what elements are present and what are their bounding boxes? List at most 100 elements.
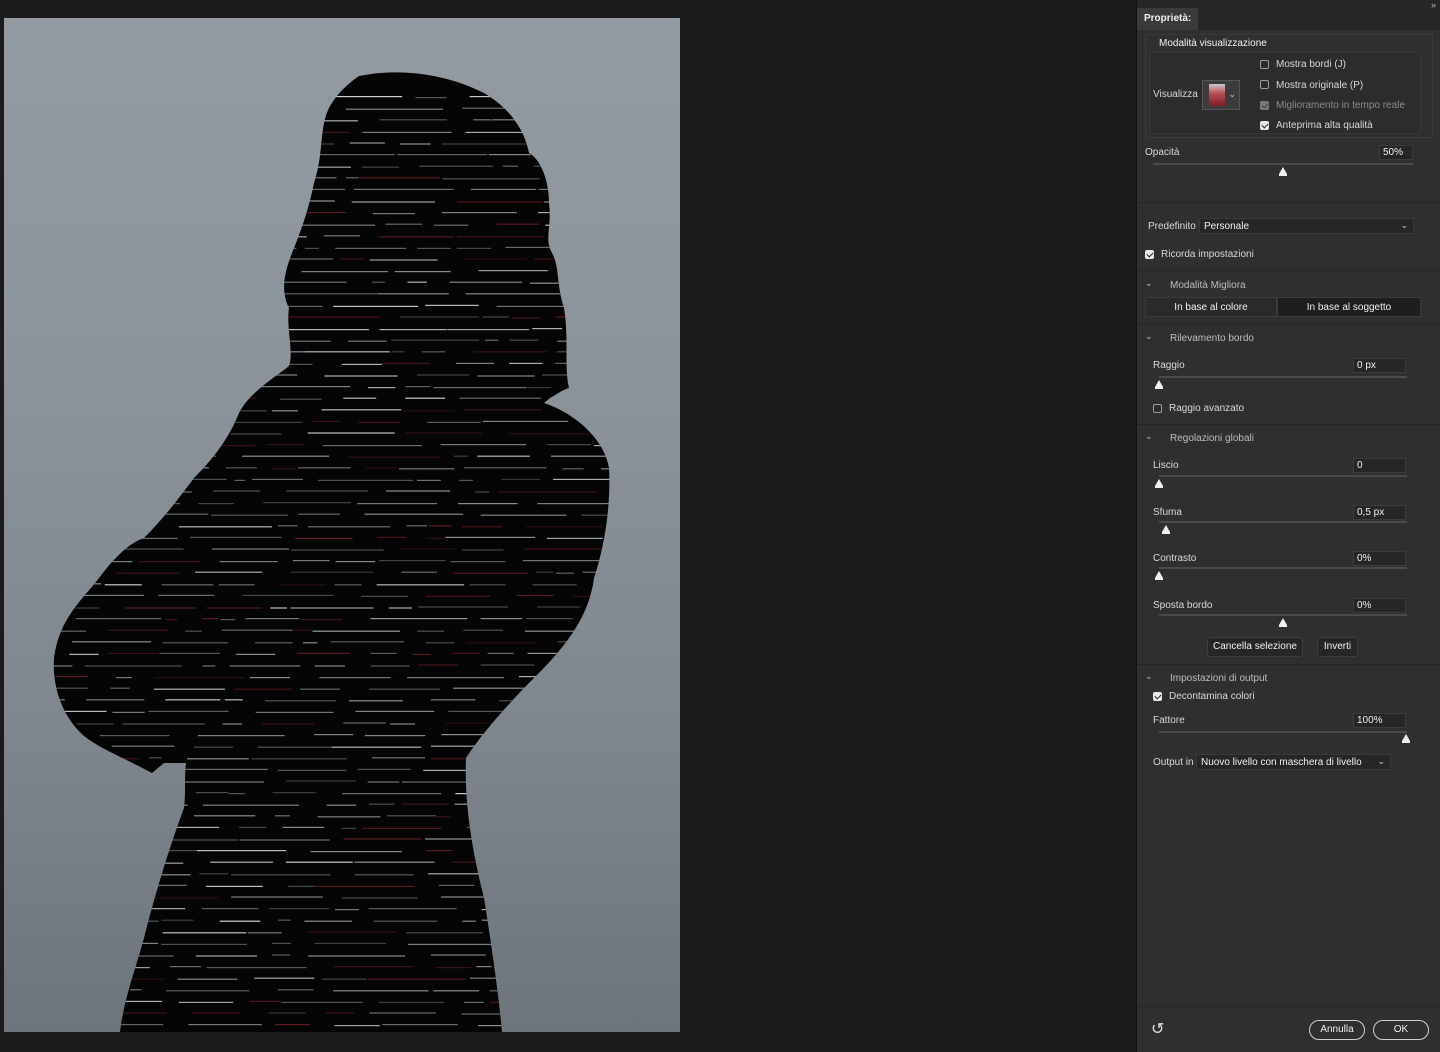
chevron-down-icon[interactable]: ⌄	[1145, 278, 1153, 289]
stripe-artifact	[489, 1001, 508, 1003]
stripe-artifact	[613, 375, 680, 376]
opacity-slider-thumb[interactable]	[1279, 167, 1287, 176]
contrast-slider-track[interactable]	[1159, 567, 1407, 569]
stripe-artifact	[385, 223, 423, 225]
stripe-artifact	[206, 607, 263, 609]
stripe-artifact	[177, 978, 238, 980]
decontaminate-checkbox[interactable]	[1153, 692, 1162, 701]
silhouette-image	[4, 72, 681, 1032]
high-quality-preview-checkbox[interactable]	[1260, 121, 1269, 130]
refine-by-subject-button[interactable]: In base al soggetto	[1277, 297, 1421, 317]
stripe-artifact	[457, 201, 543, 203]
stripe-artifact	[333, 966, 413, 968]
stripe-artifact	[635, 989, 680, 990]
chevron-down-icon[interactable]: ⌄	[1145, 331, 1153, 342]
stripe-artifact	[547, 444, 591, 446]
stripe-artifact	[321, 978, 367, 980]
stripe-artifact	[616, 283, 681, 284]
stripe-artifact	[659, 166, 680, 167]
chevron-down-icon[interactable]: ⌄	[1145, 671, 1153, 682]
stripe-artifact	[341, 897, 418, 899]
refine-by-color-button[interactable]: In base al colore	[1145, 297, 1277, 317]
show-edge-checkbox[interactable]	[1260, 60, 1269, 69]
show-original-checkbox[interactable]	[1260, 80, 1269, 89]
stripe-artifact	[53, 594, 67, 596]
radius-slider-thumb[interactable]	[1155, 380, 1163, 389]
stripe-artifact	[581, 874, 610, 876]
amount-slider-thumb[interactable]	[1402, 734, 1410, 743]
stripe-artifact	[498, 700, 535, 702]
stripe-artifact	[557, 340, 610, 342]
view-mode-dropdown[interactable]: ⌄	[1202, 80, 1240, 110]
contrast-input[interactable]: 0%	[1353, 551, 1406, 566]
feather-slider-thumb[interactable]	[1162, 525, 1170, 534]
stripe-artifact	[478, 270, 548, 272]
smooth-slider-track[interactable]	[1159, 475, 1407, 477]
stripe-artifact	[639, 862, 680, 863]
stripe-artifact	[666, 212, 681, 213]
output-to-select[interactable]: Nuovo livello con maschera di livello ⌄	[1196, 754, 1391, 770]
stripe-artifact	[112, 908, 123, 910]
stripe-artifact	[470, 977, 520, 979]
smart-radius-label: Raggio avanzato	[1169, 403, 1245, 414]
stripe-artifact	[53, 317, 118, 319]
stripe-artifact	[217, 178, 248, 180]
smooth-input[interactable]: 0	[1353, 458, 1406, 473]
preset-select[interactable]: Personale ⌄	[1199, 218, 1414, 234]
opacity-input[interactable]: 50%	[1379, 145, 1413, 160]
stripe-artifact	[674, 583, 680, 584]
stripe-artifact	[372, 213, 415, 215]
stripe-artifact	[4, 468, 21, 469]
clear-selection-button[interactable]: Cancella selezione	[1207, 637, 1303, 657]
stripe-artifact	[538, 757, 576, 759]
stripe-artifact	[139, 97, 175, 99]
chevron-down-icon[interactable]: ⌄	[1145, 431, 1153, 442]
stripe-artifact	[172, 155, 250, 157]
stripe-artifact	[106, 270, 137, 272]
smooth-slider-thumb[interactable]	[1155, 479, 1163, 488]
decontaminate-label: Decontamina colori	[1169, 691, 1255, 702]
stripe-artifact	[603, 236, 610, 238]
stripe-artifact	[231, 188, 251, 190]
stripe-artifact	[216, 200, 227, 202]
stripe-artifact	[655, 398, 681, 399]
photo-canvas[interactable]	[4, 18, 680, 1032]
shift-edge-input[interactable]: 0%	[1353, 598, 1406, 613]
stripe-artifact	[286, 490, 368, 492]
cancel-button[interactable]: Annulla	[1309, 1020, 1365, 1040]
stripe-artifact	[532, 584, 577, 586]
stripe-artifact	[636, 363, 656, 364]
shift-edge-slider-thumb[interactable]	[1279, 618, 1287, 627]
stripe-artifact	[53, 572, 102, 574]
ok-button[interactable]: OK	[1373, 1020, 1429, 1040]
opacity-slider-track[interactable]	[1153, 163, 1413, 165]
feather-slider-track[interactable]	[1159, 521, 1407, 523]
contrast-label: Contrasto	[1153, 553, 1197, 564]
stripe-artifact	[162, 642, 229, 644]
stripe-artifact	[335, 247, 407, 249]
stripe-artifact	[304, 351, 390, 353]
invert-button[interactable]: Inverti	[1317, 637, 1358, 657]
tab-properties[interactable]: Proprietà:	[1137, 8, 1199, 30]
amount-slider-track[interactable]	[1159, 731, 1407, 733]
stripe-artifact	[382, 1024, 458, 1026]
stripe-artifact	[434, 224, 469, 226]
reset-icon[interactable]: ↺	[1151, 1019, 1164, 1039]
stripe-artifact	[134, 397, 158, 399]
stripe-artifact	[334, 584, 362, 586]
stripe-artifact	[112, 711, 145, 713]
amount-input[interactable]: 100%	[1353, 713, 1406, 728]
stripe-artifact	[458, 503, 518, 505]
stripe-artifact	[540, 699, 579, 701]
contrast-slider-thumb[interactable]	[1155, 571, 1163, 580]
radius-slider-track[interactable]	[1159, 376, 1407, 378]
feather-input[interactable]: 0,5 px	[1353, 505, 1406, 520]
stripe-artifact	[450, 561, 506, 563]
stripe-artifact	[53, 97, 59, 99]
shift-edge-slider-track[interactable]	[1159, 614, 1407, 616]
remember-settings-checkbox[interactable]	[1145, 250, 1154, 259]
radius-input[interactable]: 0 px	[1353, 358, 1406, 373]
canvas-area[interactable]	[0, 0, 1136, 1052]
stripe-artifact	[382, 362, 430, 364]
smart-radius-checkbox[interactable]	[1153, 404, 1162, 413]
